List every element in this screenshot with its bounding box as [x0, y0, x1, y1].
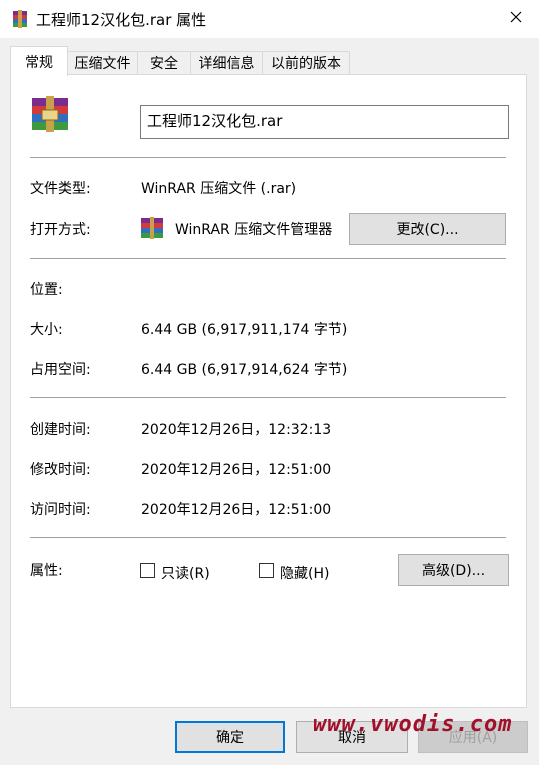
- winrar-archive-icon: [11, 10, 29, 28]
- file-type-value: WinRAR 压缩文件 (.rar): [141, 181, 297, 197]
- disk-size-label: 占用空间:: [30, 362, 91, 378]
- location-label: 位置:: [30, 282, 63, 298]
- separator: [30, 397, 506, 398]
- separator: [30, 157, 506, 158]
- created-label: 创建时间:: [30, 422, 91, 438]
- separator: [30, 537, 506, 538]
- file-type-label: 文件类型:: [30, 181, 91, 197]
- file-name-field[interactable]: 工程师12汉化包.rar: [140, 105, 509, 139]
- ok-button[interactable]: 确定: [175, 721, 285, 753]
- created-value: 2020年12月26日，12:32:13: [141, 422, 332, 438]
- advanced-button[interactable]: 高级(D)...: [398, 554, 509, 586]
- watermark-text: www.vwodis.com: [313, 712, 513, 737]
- tab-general[interactable]: 常规: [10, 46, 68, 76]
- change-button[interactable]: 更改(C)...: [349, 213, 506, 245]
- tab-previous-versions[interactable]: 以前的版本: [262, 51, 350, 74]
- disk-size-value: 6.44 GB (6,917,914,624 字节): [141, 362, 348, 378]
- winrar-archive-icon: [30, 96, 70, 134]
- general-panel: [10, 74, 527, 708]
- hidden-label[interactable]: 隐藏(H): [280, 563, 329, 583]
- separator: [30, 258, 506, 259]
- title-bar: 工程师12汉化包.rar 属性: [0, 0, 539, 38]
- window-title: 工程师12汉化包.rar 属性: [36, 11, 207, 29]
- accessed-label: 访问时间:: [30, 502, 91, 518]
- open-with-value: WinRAR 压缩文件管理器: [175, 222, 333, 238]
- tab-security[interactable]: 安全: [137, 51, 191, 74]
- readonly-checkbox[interactable]: [140, 563, 155, 578]
- readonly-label[interactable]: 只读(R): [161, 563, 210, 583]
- tab-archive[interactable]: 压缩文件: [67, 51, 138, 74]
- modified-value: 2020年12月26日，12:51:00: [141, 462, 332, 478]
- close-icon: [510, 11, 522, 27]
- winrar-app-icon: [140, 217, 164, 241]
- attributes-label: 属性:: [30, 563, 63, 579]
- tab-details[interactable]: 详细信息: [190, 51, 263, 74]
- open-with-label: 打开方式:: [30, 222, 91, 238]
- hidden-checkbox[interactable]: [259, 563, 274, 578]
- size-label: 大小:: [30, 322, 63, 338]
- accessed-value: 2020年12月26日，12:51:00: [141, 502, 332, 518]
- size-value: 6.44 GB (6,917,911,174 字节): [141, 322, 348, 338]
- modified-label: 修改时间:: [30, 462, 91, 478]
- close-button[interactable]: [493, 0, 539, 38]
